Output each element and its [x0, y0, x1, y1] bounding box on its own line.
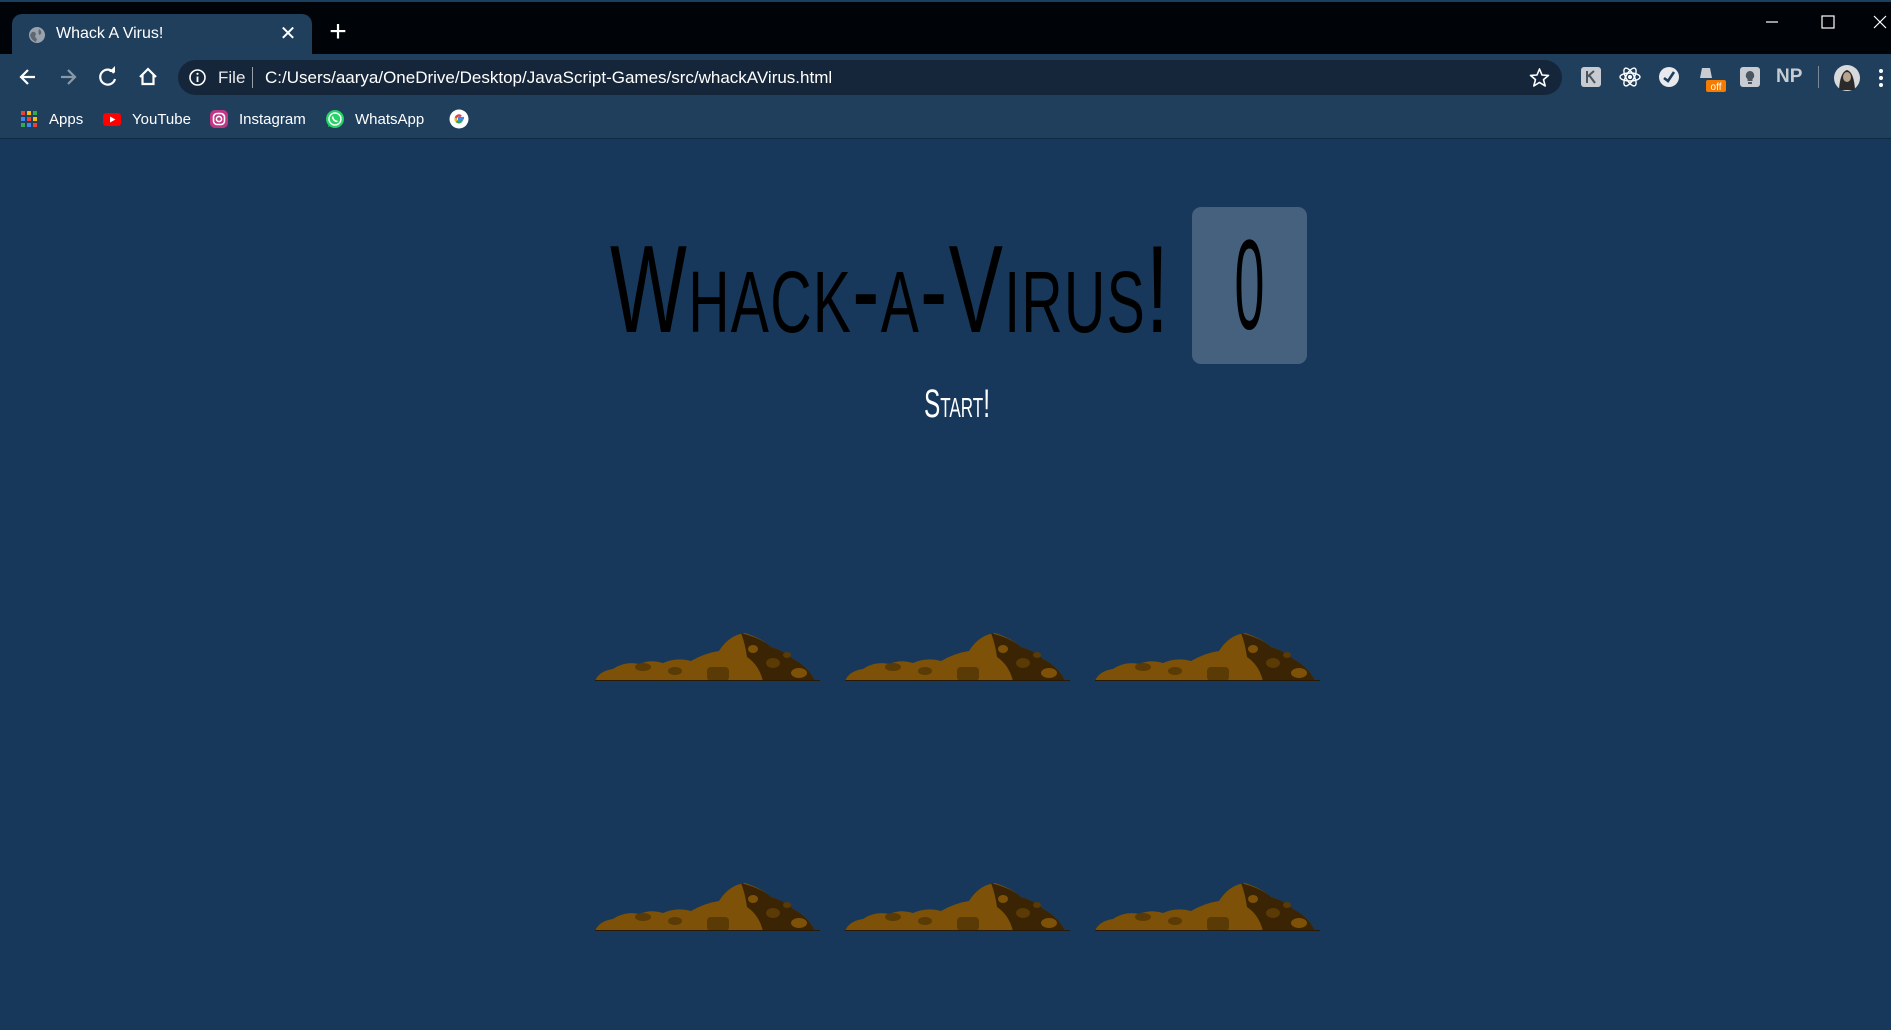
hole[interactable]	[595, 875, 820, 931]
bookmark-label: Apps	[49, 110, 84, 128]
browser-toolbar: File C:/Users/aarya/OneDrive/Desktop/Jav…	[0, 54, 1891, 100]
game-title: Whack-a-Virus!	[610, 221, 1170, 352]
globe-icon	[29, 27, 45, 43]
url-text[interactable]: C:/Users/aarya/OneDrive/Desktop/JavaScri…	[265, 68, 832, 88]
bookmark-whatsapp[interactable]: WhatsApp	[325, 107, 424, 131]
browser-tab[interactable]: Whack A Virus! ✕	[12, 14, 312, 56]
checkmark-extension-icon[interactable]	[1656, 64, 1682, 90]
bookmark-label: Instagram	[239, 110, 306, 128]
back-arrow-icon[interactable]	[13, 62, 43, 92]
off-badge-label: off	[1711, 82, 1722, 93]
maximize-icon[interactable]	[1808, 10, 1848, 36]
close-window-icon[interactable]	[1860, 10, 1891, 36]
lightbulb-extension-icon[interactable]	[1737, 64, 1763, 90]
home-icon[interactable]	[133, 62, 163, 92]
tab-title: Whack A Virus!	[56, 25, 164, 42]
start-label: Start!	[924, 382, 990, 426]
hole[interactable]	[845, 875, 1070, 931]
browser-title-bar: Whack A Virus! ✕ +	[0, 0, 1891, 56]
bookmark-youtube[interactable]: YouTube	[102, 107, 191, 131]
reload-icon[interactable]	[93, 62, 123, 92]
bookmark-label: YouTube	[132, 110, 191, 128]
hole[interactable]	[845, 625, 1070, 681]
game-page: Whack-a-Virus! 0 Start!	[0, 140, 1891, 1030]
bookmark-label: WhatsApp	[355, 110, 425, 128]
bookmark-google[interactable]	[449, 107, 479, 131]
info-icon[interactable]	[188, 68, 207, 87]
hole[interactable]	[1095, 875, 1320, 931]
score-box: 0	[1192, 207, 1307, 364]
hole[interactable]	[595, 625, 820, 681]
youtube-icon	[103, 113, 121, 126]
shopping-extension-icon[interactable]: off	[1696, 64, 1726, 96]
address-bar[interactable]: File C:/Users/aarya/OneDrive/Desktop/Jav…	[178, 60, 1562, 95]
address-divider	[252, 67, 253, 88]
google-icon	[449, 109, 469, 129]
profile-avatar[interactable]	[1833, 64, 1861, 92]
start-button[interactable]: Start!	[895, 375, 1020, 429]
file-scheme-label: File	[218, 68, 246, 87]
minimize-icon[interactable]	[1752, 10, 1792, 36]
np-extension-label[interactable]: NP	[1776, 64, 1806, 90]
game-title-text: Whack-a-Virus!	[610, 221, 1170, 352]
extension-k-icon[interactable]	[1578, 64, 1604, 90]
whatsapp-icon	[326, 110, 344, 128]
tab-close-icon[interactable]: ✕	[276, 22, 300, 46]
bookmarks-bar: Apps YouTube Instagram WhatsApp	[0, 100, 1891, 139]
new-tab-button[interactable]: +	[324, 17, 352, 47]
bookmark-apps[interactable]: Apps	[19, 107, 83, 131]
react-devtools-icon[interactable]	[1617, 64, 1643, 90]
instagram-icon	[210, 110, 228, 128]
bookmark-star-icon[interactable]	[1529, 67, 1550, 88]
bookmark-instagram[interactable]: Instagram	[209, 107, 306, 131]
score-value: 0	[1234, 214, 1265, 357]
toolbar-divider	[1818, 66, 1819, 88]
kebab-menu-icon[interactable]	[1876, 64, 1886, 92]
hole[interactable]	[1095, 625, 1320, 681]
apps-grid-icon	[21, 111, 37, 127]
forward-arrow-icon[interactable]	[53, 62, 83, 92]
